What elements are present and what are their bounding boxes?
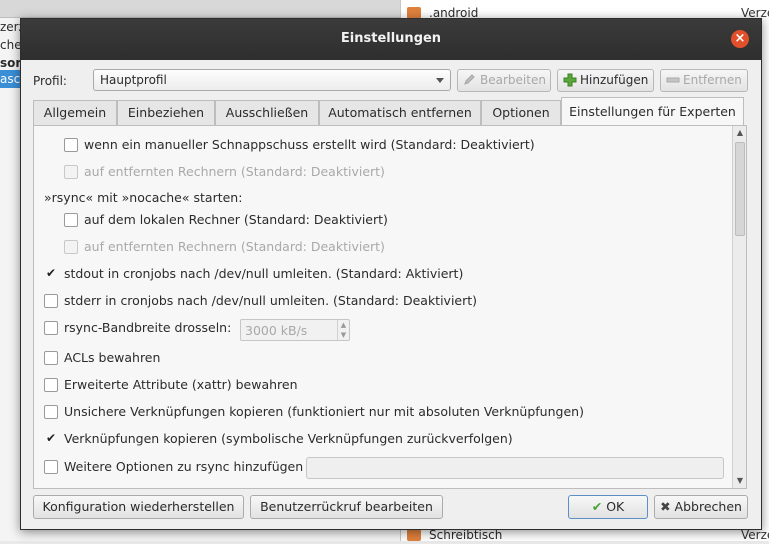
- close-icon[interactable]: ×: [731, 30, 749, 48]
- manual-remote-checkbox[interactable]: [64, 165, 78, 179]
- bwlimit-label: rsync-Bandbreite drosseln:: [64, 320, 232, 335]
- background-sidebar-item[interactable]: zerze: [0, 18, 22, 36]
- edit-profile-label: Bearbeiten: [480, 73, 546, 87]
- bwlimit-spinbox[interactable]: 3000 kB/s ▲ ▼: [240, 319, 350, 341]
- unsafe-links-label: Unsichere Verknüpfungen kopieren (funkti…: [64, 404, 584, 419]
- scrollbar-thumb[interactable]: [735, 142, 745, 236]
- background-sidebar-item[interactable]: asci: [0, 70, 22, 88]
- folder-icon: [407, 529, 421, 541]
- dialog-titlebar[interactable]: Einstellungen ×: [21, 19, 761, 60]
- tab-exclude[interactable]: Ausschließen: [215, 100, 319, 126]
- expert-settings-panel: wenn ein manueller Schnappschuss erstell…: [33, 125, 747, 489]
- cancel-label: Abbrechen: [674, 499, 742, 514]
- cancel-x-icon: ✖: [660, 499, 671, 514]
- restore-config-button[interactable]: Konfiguration wiederherstellen: [33, 495, 244, 519]
- tab-options[interactable]: Optionen: [481, 100, 561, 126]
- remove-profile-button[interactable]: Entfernen: [660, 69, 748, 92]
- spin-arrows-icon[interactable]: ▲ ▼: [337, 320, 349, 340]
- tab-general[interactable]: Allgemein: [33, 100, 117, 126]
- profile-label: Profil:: [33, 74, 67, 88]
- settings-dialog: Einstellungen × Profil: Hauptprofil Bear…: [20, 18, 762, 530]
- panel-scrollbar[interactable]: ▲ ▼: [732, 126, 746, 488]
- tab-include[interactable]: Einbeziehen: [117, 100, 215, 126]
- bwlimit-value: 3000 kB/s: [245, 323, 308, 338]
- edit-user-callback-button[interactable]: Benutzerrückruf bearbeiten: [250, 495, 443, 519]
- pencil-icon: [464, 74, 475, 85]
- add-profile-button[interactable]: Hinzufügen: [557, 69, 654, 92]
- nocache-remote-label: auf entfernten Rechnern (Standard: Deakt…: [84, 239, 385, 254]
- stderr-label: stderr in cronjobs nach /dev/null umleit…: [64, 293, 478, 308]
- nocache-local-label: auf dem lokalen Rechner (Standard: Deakt…: [84, 212, 388, 227]
- edit-profile-button[interactable]: Bearbeiten: [457, 69, 551, 92]
- add-profile-label: Hinzufügen: [580, 73, 649, 87]
- rsync-options-label: Weitere Optionen zu rsync hinzufügen: [64, 459, 304, 474]
- scroll-down-icon[interactable]: ▼: [733, 474, 747, 488]
- rsync-options-input[interactable]: [306, 457, 724, 479]
- plus-icon: [563, 73, 577, 87]
- bwlimit-option[interactable]: rsync-Bandbreite drosseln: 3000 kB/s ▲ ▼: [44, 319, 374, 343]
- dialog-title: Einstellungen: [340, 31, 442, 46]
- manual-snapshot-label: wenn ein manueller Schnappschuss erstell…: [84, 137, 535, 152]
- manual-snapshot-checkbox[interactable]: [64, 138, 78, 152]
- xattr-label: Erweiterte Attribute (xattr) bewahren: [64, 377, 298, 392]
- bwlimit-checkbox[interactable]: [44, 321, 58, 335]
- copy-links-checkbox[interactable]: ✔: [44, 432, 58, 446]
- cancel-button[interactable]: ✖ Abbrechen: [654, 495, 748, 519]
- nocache-remote-checkbox[interactable]: [64, 240, 78, 254]
- tab-expert-settings[interactable]: Einstellungen für Experten: [561, 97, 744, 126]
- background-toolbar: [0, 0, 400, 18]
- scroll-up-icon[interactable]: ▲: [733, 126, 747, 140]
- chevron-down-icon: [436, 78, 444, 83]
- manual-remote-label: auf entfernten Rechnern (Standard: Deakt…: [84, 164, 385, 179]
- rsync-options-checkbox[interactable]: [44, 460, 58, 474]
- minus-icon: [666, 77, 680, 83]
- copy-links-label: Verknüpfungen kopieren (symbolische Verk…: [64, 431, 513, 446]
- profile-select-value: Hauptprofil: [100, 73, 167, 87]
- ok-button[interactable]: ✔ OK: [568, 495, 648, 519]
- stdout-checkbox[interactable]: ✔: [44, 267, 58, 281]
- tab-auto-remove[interactable]: Automatisch entfernen: [319, 100, 481, 126]
- background-sidebar-item[interactable]: cher: [0, 36, 22, 54]
- unsafe-links-checkbox[interactable]: [44, 405, 58, 419]
- acls-label: ACLs bewahren: [64, 350, 161, 365]
- stderr-checkbox[interactable]: [44, 294, 58, 308]
- nocache-local-checkbox[interactable]: [64, 213, 78, 227]
- profile-select[interactable]: Hauptprofil: [93, 69, 451, 91]
- stdout-label: stdout in cronjobs nach /dev/null umleit…: [64, 266, 464, 281]
- checkmark-icon: ✔: [591, 499, 603, 514]
- ok-label: OK: [606, 499, 625, 514]
- rsync-options-option[interactable]: Weitere Optionen zu rsync hinzufügen: [44, 457, 729, 480]
- xattr-checkbox[interactable]: [44, 378, 58, 392]
- rsync-nocache-heading: »rsync« mit »nocache« starten:: [44, 190, 243, 205]
- acls-checkbox[interactable]: [44, 351, 58, 365]
- remove-profile-label: Entfernen: [683, 73, 742, 87]
